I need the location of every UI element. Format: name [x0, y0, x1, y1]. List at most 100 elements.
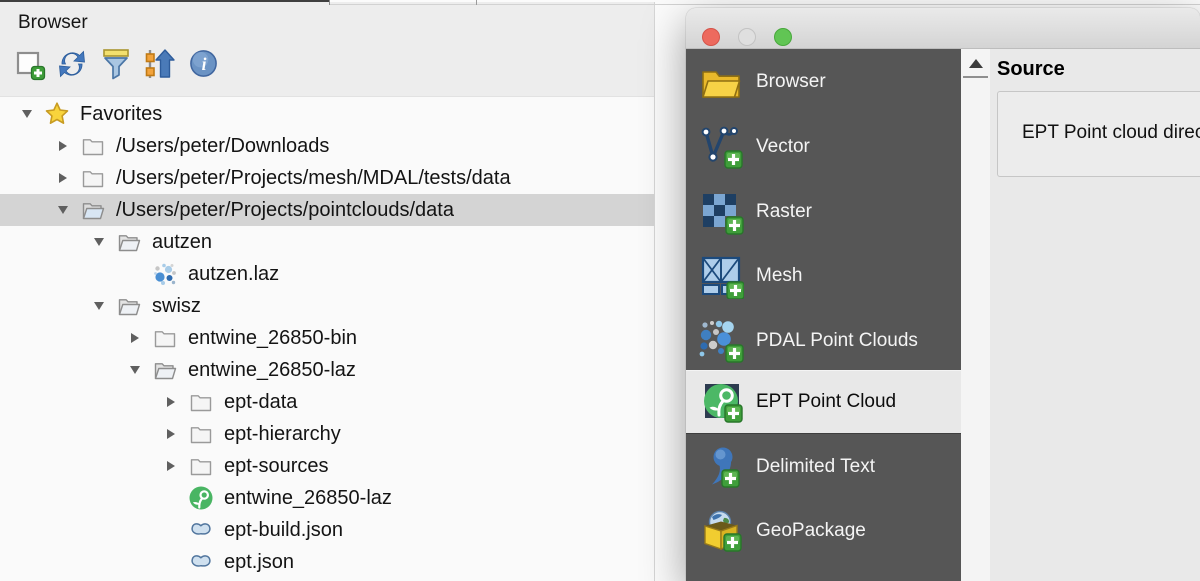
sidebar-item-mesh[interactable]: Mesh: [686, 253, 961, 299]
collapse-all-button[interactable]: [142, 44, 178, 86]
ept-icon: [188, 485, 214, 511]
sidebar-item-label: EPT Point Cloud: [756, 391, 896, 413]
tree-item-ept-hierarchy[interactable]: ept-hierarchy: [0, 418, 654, 450]
sidebar-item-label: Mesh: [756, 265, 802, 287]
expander-right-icon[interactable]: [160, 429, 182, 439]
tree-item-ept-sources[interactable]: ept-sources: [0, 450, 654, 482]
tree-item-label: entwine_26850-laz: [188, 359, 356, 382]
sidebar-item-label: Raster: [756, 201, 812, 223]
tree-item-users-peter-projects-pointclouds-data[interactable]: /Users/peter/Projects/pointclouds/data: [0, 194, 654, 226]
add-selected-layers-button[interactable]: [12, 44, 48, 86]
expander-down-icon[interactable]: [88, 238, 110, 246]
tree-item-favorites[interactable]: Favorites: [0, 98, 654, 130]
properties-widget-button[interactable]: i: [185, 44, 221, 86]
sidebar-item-delimited-text[interactable]: Delimited Text: [686, 444, 961, 490]
delimited-text-icon: [698, 444, 744, 490]
tree-item-entwine-26850-laz[interactable]: entwine_26850-laz: [0, 482, 654, 514]
browser-folder-icon: [698, 59, 744, 105]
tree-item-autzen-laz[interactable]: autzen.laz: [0, 258, 654, 290]
tree-item-label: autzen.laz: [188, 263, 279, 286]
zoom-button[interactable]: [774, 28, 792, 46]
expander-right-icon[interactable]: [160, 397, 182, 407]
expander-right-icon[interactable]: [124, 333, 146, 343]
partial-icon: [698, 568, 744, 581]
tree-item-label: ept-hierarchy: [224, 423, 341, 446]
folder-icon: [188, 421, 214, 447]
expander-right-icon[interactable]: [52, 141, 74, 151]
minimize-button[interactable]: [738, 28, 756, 46]
source-panel: Source EPT Point cloud directory: [990, 49, 1200, 581]
source-groupbox: EPT Point cloud directory: [997, 91, 1200, 177]
folder-open-icon: [116, 293, 142, 319]
data-source-manager-dialog: Browser Vector Raster Mesh PDAL Point Clouds…: [686, 8, 1200, 581]
source-field-label: EPT Point cloud directory: [1022, 122, 1200, 144]
expander-down-icon[interactable]: [88, 302, 110, 310]
sidebar-item-label: PDAL Point Clouds: [756, 330, 918, 352]
browser-tree: Favorites/Users/peter/Downloads/Users/pe…: [0, 98, 654, 578]
expander-down-icon[interactable]: [52, 206, 74, 214]
expander-right-icon[interactable]: [160, 461, 182, 471]
star-icon: [44, 101, 70, 127]
panel-title: Browser: [18, 12, 88, 34]
sidebar-scroll-strip: [961, 49, 990, 581]
sidebar-item-ept-point-cloud[interactable]: EPT Point Cloud: [686, 370, 961, 434]
tree-item-label: /Users/peter/Projects/mesh/MDAL/tests/da…: [116, 167, 511, 190]
expander-down-icon[interactable]: [16, 110, 38, 118]
tree-item-label: Favorites: [80, 103, 162, 126]
tree-item-label: /Users/peter/Projects/pointclouds/data: [116, 199, 454, 222]
sidebar-item-raster[interactable]: Raster: [686, 189, 961, 235]
sidebar-item-pdal-point-clouds[interactable]: PDAL Point Clouds: [686, 318, 961, 364]
tree-item-label: /Users/peter/Downloads: [116, 135, 329, 158]
raster-icon: [698, 189, 744, 235]
filter-icon: [100, 47, 132, 84]
sidebar-item-partial[interactable]: [686, 568, 961, 581]
sidebar-item-geopackage[interactable]: GeoPackage: [686, 508, 961, 554]
refresh-button[interactable]: [54, 44, 90, 86]
tree-item-entwine-26850-bin[interactable]: entwine_26850-bin: [0, 322, 654, 354]
tree-item-users-peter-downloads[interactable]: /Users/peter/Downloads: [0, 130, 654, 162]
screen: Browser: [0, 0, 1200, 581]
svg-text:i: i: [201, 54, 206, 74]
dialog-titlebar[interactable]: [686, 8, 1200, 49]
filter-browser-button[interactable]: [98, 44, 134, 86]
geopackage-icon: [698, 508, 744, 554]
tree-item-ept-data[interactable]: ept-data: [0, 386, 654, 418]
expander-down-icon[interactable]: [124, 366, 146, 374]
collapse-all-icon: [143, 47, 177, 84]
top-divider-tick: [329, 0, 330, 5]
tree-item-swisz[interactable]: swisz: [0, 290, 654, 322]
vector-icon: [698, 124, 744, 170]
point-cloud-icon: [152, 261, 178, 287]
folder-icon: [188, 453, 214, 479]
sidebar-item-browser[interactable]: Browser: [686, 59, 961, 105]
pdal-icon: [698, 318, 744, 364]
tree-item-entwine-26850-laz[interactable]: entwine_26850-laz: [0, 354, 654, 386]
source-type-sidebar: Browser Vector Raster Mesh PDAL Point Clouds…: [686, 49, 961, 581]
folder-open-icon: [116, 229, 142, 255]
close-button[interactable]: [702, 28, 720, 46]
ept-icon: [698, 379, 744, 425]
top-border-line: [330, 4, 1200, 5]
sidebar-item-label: Delimited Text: [756, 456, 875, 478]
tree-item-label: ept.json: [224, 551, 294, 574]
tree-item-ept-build-json[interactable]: ept-build.json: [0, 514, 654, 546]
tree-item-label: ept-sources: [224, 455, 329, 478]
json-icon: [188, 549, 214, 575]
tree-item-label: ept-data: [224, 391, 297, 414]
dialog-body: Browser Vector Raster Mesh PDAL Point Clouds…: [686, 49, 1200, 581]
expander-right-icon[interactable]: [52, 173, 74, 183]
tree-item-label: autzen: [152, 231, 212, 254]
scroll-up-icon[interactable]: [969, 59, 983, 68]
sidebar-item-vector[interactable]: Vector: [686, 124, 961, 170]
folder-icon: [188, 389, 214, 415]
tree-item-label: entwine_26850-laz: [224, 487, 392, 510]
tree-item-users-peter-projects-mesh-mdal-tests-data[interactable]: /Users/peter/Projects/mesh/MDAL/tests/da…: [0, 162, 654, 194]
tree-item-autzen[interactable]: autzen: [0, 226, 654, 258]
sidebar-item-label: GeoPackage: [756, 520, 866, 542]
tree-item-ept-json[interactable]: ept.json: [0, 546, 654, 578]
tree-item-label: ept-build.json: [224, 519, 343, 542]
add-layer-icon: [15, 46, 46, 85]
info-icon: i: [188, 48, 219, 82]
tree-item-label: entwine_26850-bin: [188, 327, 357, 350]
folder-icon: [80, 133, 106, 159]
